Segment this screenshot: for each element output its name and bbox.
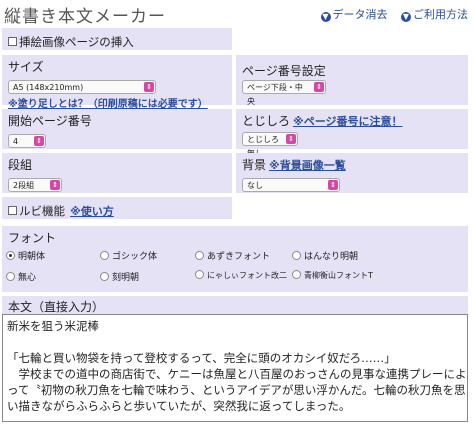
chevron-updown-icon: ⇕: [144, 82, 154, 92]
binding-panel: とじしろ※ページ番号に注意！ とじしろ無し⇕: [236, 109, 468, 158]
insert-panel: 挿絵画像ページの挿入: [2, 28, 232, 50]
page-title: 縦書き本文メーカー: [4, 7, 166, 27]
font-option-nyashi[interactable]: にゃしぃフォント改二: [195, 270, 287, 281]
font-option-kokumin[interactable]: 刻明朝: [100, 270, 139, 283]
size-value: A5 (148x210mm): [13, 83, 84, 92]
chevron-updown-icon: ⇕: [328, 180, 338, 190]
background-label: 背景: [242, 158, 267, 172]
chevron-updown-icon: ⇕: [314, 82, 324, 92]
checkbox-icon: [8, 206, 17, 215]
font-option-label: あずきフォント: [207, 252, 271, 262]
font-option-gothic[interactable]: ゴシック体: [100, 249, 157, 262]
size-panel: サイズ A5 (148x210mm) ⇕ ※塗り足しとは？（印刷原稿には必要です）: [2, 55, 232, 110]
size-select[interactable]: A5 (148x210mm) ⇕: [8, 80, 156, 94]
ruby-checkbox[interactable]: ルビ機能: [8, 204, 65, 218]
ruby-label: ルビ機能: [19, 204, 65, 218]
radio-icon: [195, 270, 204, 279]
ruby-panel: ルビ機能 ※使い方: [2, 197, 232, 219]
arrow-down-circle-icon: ▼: [320, 12, 331, 22]
font-option-azuki[interactable]: あずきフォント: [195, 249, 270, 262]
start-page-select[interactable]: 4 ⇕: [8, 134, 46, 148]
body-line: い描きながらふらふらと歩いていたが、突然我に返ってしまった。: [7, 399, 351, 413]
body-line: 学校までの道中の商店街で、ケニーは魚屋と八百屋のおっさんの見事な連携プレーによ: [7, 367, 467, 381]
font-option-aoyagi[interactable]: 青柳衡山フォントT: [292, 270, 373, 281]
font-option-label: 明朝体: [18, 252, 46, 262]
chevron-updown-icon: ⇕: [286, 134, 296, 144]
chevron-updown-icon: ⇕: [34, 136, 44, 146]
font-label: フォント: [8, 231, 57, 245]
start-page-value: 4: [13, 137, 19, 146]
page-number-select[interactable]: ページ下段・中央 ⇕: [242, 80, 326, 106]
body-line: 新米を狙う米泥棒: [7, 319, 99, 333]
bleed-help-link[interactable]: ※塗り足しとは？（印刷原稿には必要です）: [8, 95, 226, 110]
arrow-down-circle-icon: ▼: [401, 12, 411, 22]
chevron-updown-icon: ⇕: [50, 180, 60, 190]
font-option-label: にゃしぃフォント改二: [207, 271, 287, 280]
radio-icon: [195, 251, 204, 260]
radio-icon: [292, 251, 301, 260]
body-line: 「七輪と買い物袋を持って登校するって、完全に頭のオカシイ奴だろ……」: [7, 351, 396, 365]
checkbox-icon: [8, 37, 17, 46]
insert-checkbox[interactable]: 挿絵画像ページの挿入: [8, 35, 134, 49]
ruby-usage-link[interactable]: ※使い方: [70, 205, 114, 218]
help-link[interactable]: ▼ ご利用方法: [401, 8, 468, 22]
start-page-label: 開始ページ番号: [8, 114, 92, 128]
delete-data-link[interactable]: ▼ データ消去: [320, 8, 388, 22]
font-option-mincho[interactable]: 明朝体: [6, 249, 45, 262]
font-option-mushin[interactable]: 無心: [6, 270, 36, 283]
page-number-value: ページ下段・中央: [247, 83, 303, 106]
insert-label: 挿絵画像ページの挿入: [19, 35, 134, 49]
background-panel: 背景 ※背景画像一覧 なし ⇕: [236, 153, 468, 193]
page-number-label: ページ番号設定: [242, 64, 326, 78]
font-option-label: 無心: [18, 273, 37, 283]
background-value: なし: [247, 181, 263, 190]
background-select[interactable]: なし ⇕: [242, 178, 340, 192]
font-option-label: はんなり明朝: [304, 252, 359, 262]
body-textarea[interactable]: 新米を狙う米泥棒 「七輪と買い物袋を持って登校するって、完全に頭のオカシイ奴だろ…: [2, 314, 468, 422]
background-label-row: 背景 ※背景画像一覧: [242, 156, 462, 173]
size-label: サイズ: [8, 60, 44, 74]
radio-icon: [6, 272, 15, 281]
body-line: って〝初物の秋刀魚を七輪で味わう、というアイデアが思い浮かんだ。七輪の秋刀魚を思: [7, 383, 466, 397]
binding-label: とじしろ: [242, 114, 291, 128]
font-option-label: ゴシック体: [112, 252, 158, 262]
font-option-label: 刻明朝: [112, 273, 140, 283]
top-links: ▼ データ消去 ▼ ご利用方法: [311, 6, 468, 22]
columns-label: 段組: [8, 158, 33, 172]
binding-select[interactable]: とじしろ無し⇕: [242, 132, 298, 158]
background-list-link[interactable]: ※背景画像一覧: [269, 159, 346, 172]
columns-select[interactable]: 2段組 ⇕: [8, 178, 62, 192]
columns-panel: 段組 2段組 ⇕: [2, 153, 232, 193]
radio-icon: [6, 251, 15, 260]
delete-data-label: データ消去: [332, 8, 388, 21]
body-line: [7, 334, 463, 350]
body-panel: 本文（直接入力）: [2, 296, 468, 314]
font-option-hannari[interactable]: はんなり明朝: [292, 249, 358, 262]
radio-icon: [100, 272, 109, 281]
radio-icon: [100, 251, 109, 260]
page-number-panel: ページ番号設定 ページ下段・中央 ⇕: [236, 55, 468, 106]
binding-note-link[interactable]: ※ページ番号に注意！: [293, 115, 402, 128]
body-label: 本文（直接入力）: [8, 300, 105, 314]
start-page-panel: 開始ページ番号 4 ⇕: [2, 109, 232, 149]
help-label: ご利用方法: [413, 8, 468, 21]
radio-icon: [292, 270, 301, 279]
columns-value: 2段組: [13, 181, 35, 190]
font-option-label: 青柳衡山フォントT: [304, 271, 373, 280]
binding-label-row: とじしろ ※ページ番号に注意！: [242, 112, 462, 129]
